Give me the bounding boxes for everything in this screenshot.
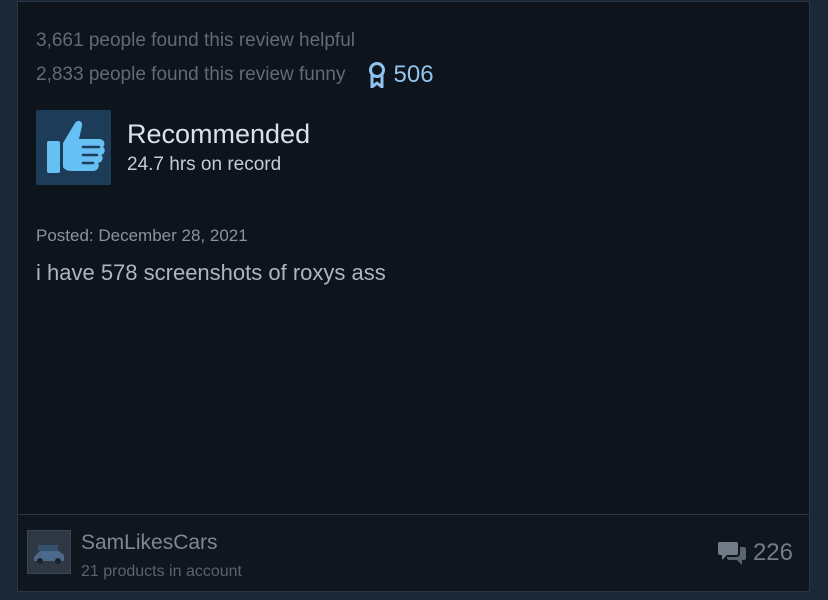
thumbs-up-icon [46,120,105,173]
author-name-link[interactable]: SamLikesCars [81,531,218,555]
award-ribbon-icon [368,62,385,88]
helpful-line: 3,661 people found this review helpful [36,24,434,58]
avatar-image [28,531,70,573]
products-count: 21 products in account [81,563,242,580]
review-card: 3,661 people found this review helpful 2… [17,1,810,592]
awards-button[interactable]: 506 [368,58,434,92]
awards-count: 506 [393,61,434,88]
recommendation-title: Recommended [127,118,311,149]
funny-count-text: 2,833 people found this review funny [36,64,346,85]
posted-date: Posted: December 28, 2021 [36,226,248,245]
avatar[interactable] [27,530,71,574]
review-text: i have 578 screenshots of roxys ass [36,260,386,285]
hours-on-record: 24.7 hrs on record [127,153,282,175]
vote-summary: 3,661 people found this review helpful 2… [36,24,434,92]
recommendation-text: Recommended 24.7 hrs on record [127,117,310,179]
recommendation-header[interactable]: Recommended 24.7 hrs on record [36,110,310,185]
author-footer: SamLikesCars 21 products in account 226 [18,514,809,591]
comment-bubbles-icon [717,542,746,565]
comments-button[interactable]: 226 [717,539,793,567]
comments-count: 226 [752,539,793,566]
helpful-count-text: 3,661 people found this review helpful [36,30,356,51]
thumb-box [36,110,111,185]
funny-line: 2,833 people found this review funny 506 [36,58,434,92]
